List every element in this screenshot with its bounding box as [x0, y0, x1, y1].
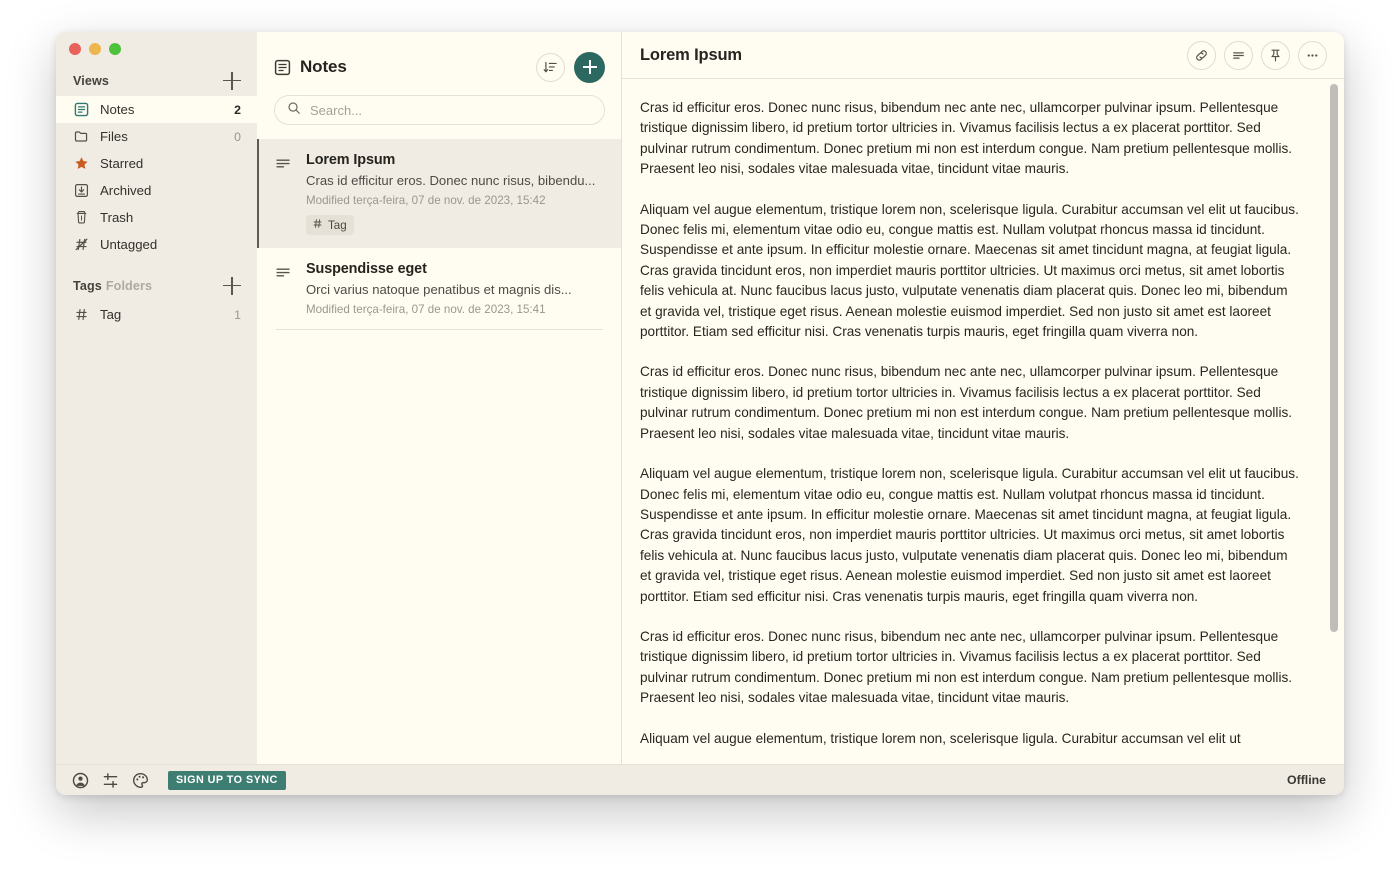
tag-chip-label: Tag: [328, 218, 347, 232]
sidebar-item-trash[interactable]: Trash: [56, 204, 257, 231]
tags-section-header: Tags Folders: [56, 271, 257, 301]
note-item-content: Suspendisse eget Orci varius natoque pen…: [306, 261, 603, 316]
tags-tab[interactable]: Tags: [73, 279, 102, 293]
divider: [276, 329, 603, 330]
editor-paragraph: Cras id efficitur eros. Donec nunc risus…: [640, 628, 1293, 706]
sidebar-item-label: Notes: [100, 102, 135, 117]
sort-descending-icon[interactable]: [536, 52, 565, 82]
notes-icon: [274, 59, 291, 76]
untagged-icon: [73, 236, 90, 253]
note-item-preview: Cras id efficitur eros. Donec nunc risus…: [306, 173, 596, 188]
search-icon: [287, 101, 301, 120]
tag-chip[interactable]: Tag: [306, 215, 354, 235]
sidebar-item-label: Tag: [100, 307, 122, 322]
status-bar: SIGN UP TO SYNC Offline: [56, 764, 1344, 795]
editor-text-area[interactable]: Cras id efficitur eros. Donec nunc risus…: [622, 79, 1344, 764]
note-lines-icon: [276, 261, 293, 316]
archive-icon: [73, 182, 90, 199]
note-item-title: Lorem Ipsum: [306, 152, 396, 168]
star-icon: [73, 155, 90, 172]
editor-body: Cras id efficitur eros. Donec nunc risus…: [622, 78, 1344, 764]
search-input[interactable]: [310, 102, 592, 118]
views-section-title: Views: [73, 73, 109, 88]
note-list-title: Notes: [300, 57, 347, 76]
note-item-modified: Modified terça-feira, 07 de nov. de 2023…: [306, 194, 546, 207]
editor-note-title[interactable]: Lorem Ipsum: [640, 46, 742, 65]
sidebar-item-label: Files: [100, 129, 128, 144]
sidebar-item-label: Untagged: [100, 237, 158, 252]
editor-actions: [1187, 40, 1327, 70]
minimize-window-button[interactable]: [89, 43, 101, 55]
ellipsis-icon[interactable]: [1298, 40, 1327, 70]
tags-section-title: Tags Folders: [73, 279, 152, 293]
create-note-button[interactable]: [574, 51, 605, 83]
note-item-content: Lorem Ipsum Cras id efficitur eros. Done…: [306, 152, 603, 235]
search-container[interactable]: [274, 95, 605, 125]
editor-paragraph: Aliquam vel augue elementum, tristique l…: [640, 730, 1241, 746]
palette-icon[interactable]: [132, 772, 149, 789]
editor-paragraph: Aliquam vel augue elementum, tristique l…: [640, 466, 1299, 604]
note-list-item[interactable]: Lorem Ipsum Cras id efficitur eros. Done…: [257, 139, 621, 248]
sidebar-item-label: Starred: [100, 156, 144, 171]
sidebar: Views Notes 2 Files 0 Starred Archived T…: [56, 32, 257, 764]
app-window: Views Notes 2 Files 0 Starred Archived T…: [56, 32, 1344, 795]
window-controls: [56, 32, 257, 66]
sidebar-item-label: Trash: [100, 210, 134, 225]
note-list-actions: [536, 51, 605, 83]
editor-header: Lorem Ipsum: [622, 32, 1344, 78]
hash-icon: [312, 218, 323, 232]
zoom-window-button[interactable]: [109, 43, 121, 55]
note-list-title-row: Notes: [274, 50, 605, 84]
note-list-header: Notes: [257, 32, 621, 125]
lines-icon[interactable]: [1224, 40, 1253, 70]
account-icon[interactable]: [72, 772, 89, 789]
folders-tab[interactable]: Folders: [106, 279, 152, 293]
sign-up-to-sync-button[interactable]: SIGN UP TO SYNC: [168, 770, 286, 790]
editor-scrollbar[interactable]: [1330, 84, 1338, 632]
sliders-icon[interactable]: [102, 772, 119, 789]
trash-icon: [73, 209, 90, 226]
editor-paragraph: Cras id efficitur eros. Donec nunc risus…: [640, 364, 1293, 441]
editor-paragraph: Cras id efficitur eros. Donec nunc risus…: [640, 100, 1293, 177]
views-section-header: Views: [56, 66, 257, 96]
sidebar-item-archived[interactable]: Archived: [56, 177, 257, 204]
note-item-modified: Modified terça-feira, 07 de nov. de 2023…: [306, 303, 546, 316]
note-list-scroll[interactable]: Lorem Ipsum Cras id efficitur eros. Done…: [257, 139, 621, 764]
close-window-button[interactable]: [69, 43, 81, 55]
sidebar-item-count: 0: [234, 129, 241, 144]
add-view-button[interactable]: [223, 71, 241, 90]
editor-paragraph: Aliquam vel augue elementum, tristique l…: [640, 201, 1299, 340]
note-list-panel: Notes Search... Lorem Ipsum Cras id effi…: [257, 32, 622, 764]
sidebar-item-count: 1: [234, 307, 241, 322]
note-lines-icon: [276, 152, 293, 235]
connection-status: Offline: [1287, 773, 1326, 787]
notes-icon: [73, 101, 90, 118]
editor-panel: Lorem Ipsum Cras id efficitur eros. Done…: [622, 32, 1344, 764]
sidebar-item-notes[interactable]: Notes 2: [56, 96, 257, 123]
folder-icon: [73, 128, 90, 145]
sidebar-item-count: 2: [234, 102, 241, 117]
add-tag-button[interactable]: [223, 276, 241, 295]
note-item-title: Suspendisse eget: [306, 261, 427, 277]
note-list-divider-wrap: [257, 329, 621, 330]
sidebar-item-tag[interactable]: Tag 1: [56, 301, 257, 328]
sidebar-item-files[interactable]: Files 0: [56, 123, 257, 150]
note-item-preview: Orci varius natoque penatibus et magnis …: [306, 282, 572, 297]
link-icon[interactable]: [1187, 40, 1216, 70]
sidebar-item-untagged[interactable]: Untagged: [56, 231, 257, 258]
hash-icon: [73, 306, 90, 323]
pin-icon[interactable]: [1261, 40, 1290, 70]
note-item-tags: Tag: [306, 215, 603, 235]
note-list-item[interactable]: Suspendisse eget Orci varius natoque pen…: [257, 248, 621, 329]
sidebar-item-label: Archived: [100, 183, 152, 198]
main-body: Views Notes 2 Files 0 Starred Archived T…: [56, 32, 1344, 764]
sidebar-item-starred[interactable]: Starred: [56, 150, 257, 177]
